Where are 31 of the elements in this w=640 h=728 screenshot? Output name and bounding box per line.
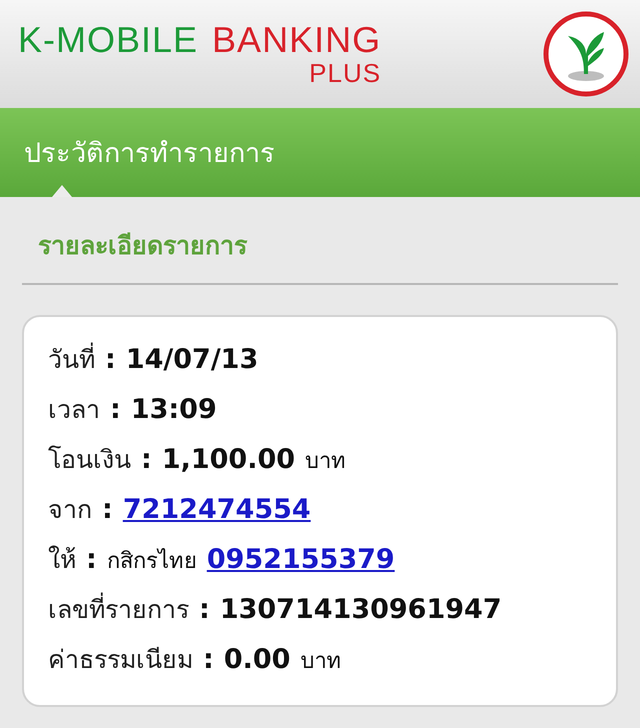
account-link[interactable]: 0952155379 <box>206 544 395 575</box>
detail-label: จาก <box>48 494 92 526</box>
detail-text: บาท <box>305 448 346 476</box>
detail-value: 1,100.00 <box>162 444 296 475</box>
detail-value: 0.00 <box>224 644 290 675</box>
separator: : <box>141 444 152 475</box>
detail-label: โอนเงิน <box>48 444 131 476</box>
separator: : <box>102 494 113 525</box>
detail-text: บาท <box>300 648 342 676</box>
separator: : <box>105 344 116 375</box>
separator: : <box>199 594 210 625</box>
detail-text: กสิกรไทย <box>106 547 197 576</box>
detail-label: เลขที่รายการ <box>48 589 189 629</box>
detail-value: 130714130961947 <box>220 594 502 625</box>
sprout-emblem-icon <box>542 10 630 98</box>
logo-product: BANKING <box>212 21 382 59</box>
detail-value: 14/07/13 <box>126 344 258 375</box>
separator: : <box>110 394 121 425</box>
account-link[interactable]: 7212474554 <box>122 494 311 525</box>
section-title: รายละเอียดรายการ <box>38 231 247 260</box>
detail-label: ให้ <box>48 544 76 576</box>
detail-label: ค่าธรรมเนียม <box>48 644 193 676</box>
pointer-icon <box>52 185 72 197</box>
detail-label: เวลา <box>48 394 100 426</box>
logo-edition: PLUS <box>309 59 382 87</box>
logo-brand: K-MOBILE <box>18 21 198 59</box>
detail-label: วันที่ <box>48 339 95 379</box>
separator: : <box>86 544 97 575</box>
separator: : <box>203 644 214 675</box>
detail-value: 13:09 <box>130 394 217 425</box>
page-title: ประวัติการทำรายการ <box>24 137 275 171</box>
